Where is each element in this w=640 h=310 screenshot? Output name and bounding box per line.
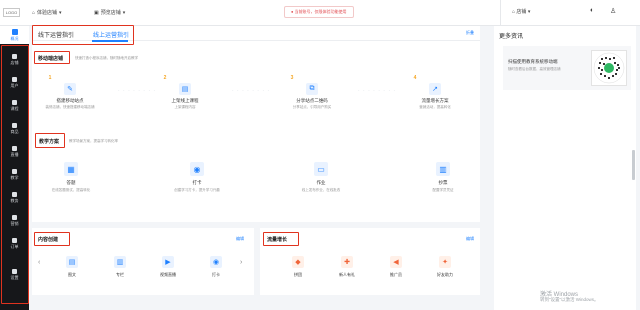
- top-bar: LOGO ⌂ 体验店铺 ▾ ▣ 预览店铺 ▾ ● 当前账号，仅限体验功能使用 ⌂…: [0, 0, 640, 26]
- growth-item-friend-help[interactable]: ✦ 好友助力: [425, 256, 465, 278]
- qrcode-icon: ⧉: [306, 83, 318, 95]
- content-item-checkin[interactable]: ◉ 打卡: [196, 256, 236, 278]
- teaching-item-checkin[interactable]: ◉ 打卡 创建学习打卡，提升学习兴趣: [162, 162, 232, 193]
- checkin-icon: ◉: [210, 256, 222, 268]
- content-edit-link[interactable]: 编辑: [236, 236, 244, 242]
- content-item-column[interactable]: ▥ 专栏: [100, 256, 140, 278]
- edit-icon: ✎: [64, 83, 76, 95]
- growth-item-group-buy[interactable]: ◆ 拼团: [278, 256, 318, 278]
- chevron-right-icon[interactable]: ›: [240, 259, 242, 266]
- home-icon: [11, 28, 18, 35]
- step-share-qrcode[interactable]: 3 ⧉ 分享站点二维码 分享站点，引导用户购买: [282, 75, 342, 110]
- chevron-down-icon: ▾: [122, 9, 126, 16]
- step-build-site[interactable]: 1 ✎ 搭建移动站点 装修店铺，快速搭建移动端店铺: [40, 75, 100, 110]
- friend-help-icon: ✦: [439, 256, 451, 268]
- scrollbar[interactable]: [632, 150, 635, 180]
- content-item-article[interactable]: ▤ 图文: [52, 256, 92, 278]
- tabs-highlight: [32, 25, 134, 45]
- news-title: 更多资讯: [499, 34, 524, 40]
- sidebar-highlight: [1, 45, 29, 304]
- mobile-section-subtitle: 快速打造小程序店铺，随时随地开启教学: [75, 56, 138, 60]
- teaching-item-ticket[interactable]: ▥ 抄票 配置学员凭证: [408, 162, 478, 193]
- channel-select[interactable]: ▣ 预览店铺 ▾: [94, 9, 126, 17]
- logo: LOGO: [3, 8, 20, 17]
- article-icon: ▤: [66, 256, 78, 268]
- column-icon: ▥: [114, 256, 126, 268]
- checkin-icon: ◉: [190, 162, 204, 176]
- step-growth-plan[interactable]: 4 ↗ 流量增长方案 营销活动，提高转化: [405, 75, 465, 110]
- step-connector: · · · · · · · ·: [118, 88, 157, 94]
- growth-icon: ↗: [429, 83, 441, 95]
- video-icon: ▶: [162, 256, 174, 268]
- gift-icon: ✚: [341, 256, 353, 268]
- quiz-icon: ▦: [64, 162, 78, 176]
- notice-banner: ● 当前账号，仅限体验功能使用: [284, 6, 354, 18]
- teaching-item-quiz[interactable]: ▦ 答题 在线答题测试，提高转化: [36, 162, 106, 193]
- homework-icon: ▭: [314, 162, 328, 176]
- warning-icon: ●: [291, 9, 294, 14]
- store-select[interactable]: ⌂ 体验店铺 ▾: [32, 9, 62, 17]
- teaching-title-highlight: [35, 133, 65, 148]
- growth-item-newcomer-gift[interactable]: ✚ 新人有礼: [327, 256, 367, 278]
- group-buy-icon: ◆: [292, 256, 304, 268]
- megaphone-icon: ◀: [390, 256, 402, 268]
- course-list-icon: ▤: [179, 83, 191, 95]
- qr-card-title: 扫描使用教育系统移动端: [508, 59, 558, 64]
- user-avatar-icon[interactable]: ♙: [610, 7, 616, 15]
- right-store-select[interactable]: ⌂ 店铺 ▾: [512, 8, 530, 15]
- ticket-icon: ▥: [436, 162, 450, 176]
- content-title-highlight: [34, 232, 70, 246]
- collapse-link[interactable]: 折叠: [466, 30, 474, 36]
- content-item-video-live[interactable]: ▶ 视频直播: [148, 256, 188, 278]
- chevron-down-icon: ▾: [59, 9, 62, 16]
- shop-icon: ⌂: [512, 9, 516, 15]
- step-connector: · · · · · · · ·: [358, 88, 397, 94]
- step-connector: · · · · · · · ·: [232, 88, 271, 94]
- windows-watermark-desc: 转到“设置”以激活 Windows。: [540, 297, 599, 302]
- chevron-left-icon[interactable]: ‹: [38, 259, 40, 266]
- teaching-item-homework[interactable]: ▭ 作业 线上发布作业，在线批改: [286, 162, 356, 193]
- chevron-down-icon: ▾: [527, 9, 531, 15]
- qr-code: [591, 50, 627, 86]
- sidebar-item-overview[interactable]: 概况: [0, 26, 29, 44]
- growth-title-highlight: [263, 232, 299, 246]
- store-icon: ⌂: [32, 9, 36, 16]
- mobile-title-highlight: [34, 51, 70, 64]
- teaching-section-subtitle: 教学场景方案，提高学习转化率: [69, 139, 118, 143]
- step-publish-course[interactable]: 2 ▤ 上架线上课程 上架课程内容: [155, 75, 215, 110]
- headset-icon[interactable]: ◐: [590, 7, 594, 14]
- qr-card: 扫描使用教育系统移动端 随时查看后台数据、高效管理店铺: [503, 46, 631, 90]
- preview-icon: ▣: [94, 9, 99, 16]
- growth-item-promoter[interactable]: ◀ 推广员: [376, 256, 416, 278]
- growth-edit-link[interactable]: 编辑: [466, 236, 474, 242]
- qr-card-desc: 随时查看后台数据、高效管理店铺: [508, 67, 561, 71]
